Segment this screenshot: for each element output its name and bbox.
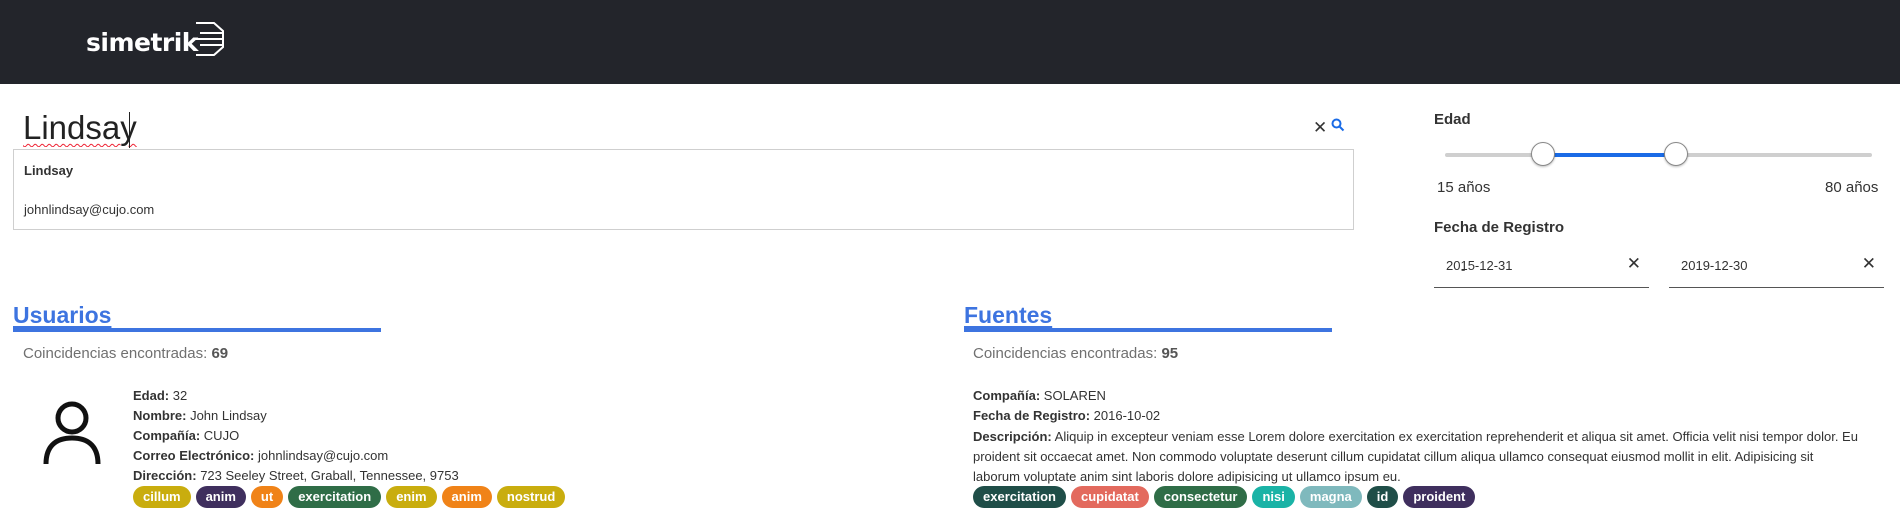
source-company: Compañía: SOLAREN: [973, 388, 1106, 403]
source-tag[interactable]: nisi: [1252, 486, 1295, 508]
age-max-label: 80 años: [1825, 179, 1879, 196]
date-to-value: 2019-12-30: [1681, 258, 1748, 273]
logo-lines-icon: [193, 22, 224, 56]
count-label: Coincidencias encontradas:: [973, 345, 1158, 362]
date-from-field[interactable]: 2015-12-31 ✕: [1434, 250, 1649, 288]
source-tags: exercitation cupidatat consectetur nisi magn…: [973, 486, 1476, 508]
source-description: Descripción: Aliquip in excepteur veniam…: [973, 429, 1858, 484]
source-tag[interactable]: exercitation: [973, 486, 1066, 508]
clear-date-from-icon[interactable]: ✕: [1627, 254, 1641, 274]
source-tag[interactable]: magna: [1299, 486, 1362, 508]
age-min-label: 15 años: [1437, 179, 1491, 196]
sources-match-count: Coincidencias encontradas: 95: [973, 345, 1178, 362]
user-email: Correo Electrónico: johnlindsay@cujo.com: [133, 448, 389, 463]
count-label: Coincidencias encontradas:: [23, 345, 208, 362]
text-caret: [129, 112, 130, 148]
user-company: Compañía: CUJO: [133, 428, 240, 443]
search-input[interactable]: [23, 108, 1293, 148]
sources-section-title: Fuentes: [964, 302, 1053, 328]
slider-selected-range: [1543, 153, 1676, 157]
user-address: Dirección: 723 Seeley Street, Graball, T…: [133, 468, 459, 483]
user-tag[interactable]: enim: [386, 486, 437, 508]
sources-title-underline: [964, 328, 1332, 332]
user-avatar-icon: [43, 401, 101, 465]
date-to-field[interactable]: 2019-12-30 ✕: [1669, 250, 1884, 288]
age-filter-title: Edad: [1434, 111, 1471, 128]
source-tag[interactable]: id: [1366, 486, 1399, 508]
slider-max-handle[interactable]: [1663, 142, 1688, 166]
logo-text: simetrik: [86, 27, 198, 57]
user-tag[interactable]: cillum: [133, 486, 191, 508]
user-tags: cillum anim ut exercitation enim anim nostrud: [133, 486, 566, 508]
user-tag[interactable]: ut: [250, 486, 284, 508]
users-title-underline: [13, 328, 381, 332]
source-date: Fecha de Registro: 2016-10-02: [973, 408, 1161, 423]
user-name: Nombre: John Lindsay: [133, 408, 267, 423]
user-tag[interactable]: nostrud: [496, 486, 566, 508]
count-value: 95: [1161, 345, 1179, 362]
suggestion-item[interactable]: Lindsay: [24, 163, 73, 178]
simetrik-logo[interactable]: simetrik: [86, 22, 226, 62]
user-tag[interactable]: exercitation: [288, 486, 382, 508]
source-tag[interactable]: consectetur: [1153, 486, 1248, 508]
search-icon[interactable]: [1331, 118, 1345, 132]
date-separator: -: [1461, 262, 1466, 277]
slider-min-handle[interactable]: [1531, 142, 1556, 166]
search-bar: ✕: [13, 104, 1353, 152]
users-match-count: Coincidencias encontradas: 69: [23, 345, 228, 362]
user-tag[interactable]: anim: [441, 486, 492, 508]
clear-search-icon[interactable]: ✕: [1313, 118, 1327, 138]
date-from-value: 2015-12-31: [1446, 258, 1513, 273]
date-filter-title: Fecha de Registro: [1434, 219, 1565, 236]
source-tag[interactable]: cupidatat: [1070, 486, 1149, 508]
user-tag[interactable]: anim: [195, 486, 246, 508]
count-value: 69: [211, 345, 229, 362]
user-age: Edad: 32: [133, 388, 188, 403]
clear-date-to-icon[interactable]: ✕: [1862, 254, 1876, 274]
top-navbar: simetrik: [0, 0, 1900, 84]
users-section-title: Usuarios: [13, 302, 112, 328]
suggestion-item[interactable]: johnlindsay@cujo.com: [24, 202, 154, 217]
autocomplete-dropdown: Lindsay johnlindsay@cujo.com: [13, 149, 1354, 230]
source-tag[interactable]: proident: [1403, 486, 1476, 508]
age-range-slider[interactable]: [1445, 142, 1872, 166]
